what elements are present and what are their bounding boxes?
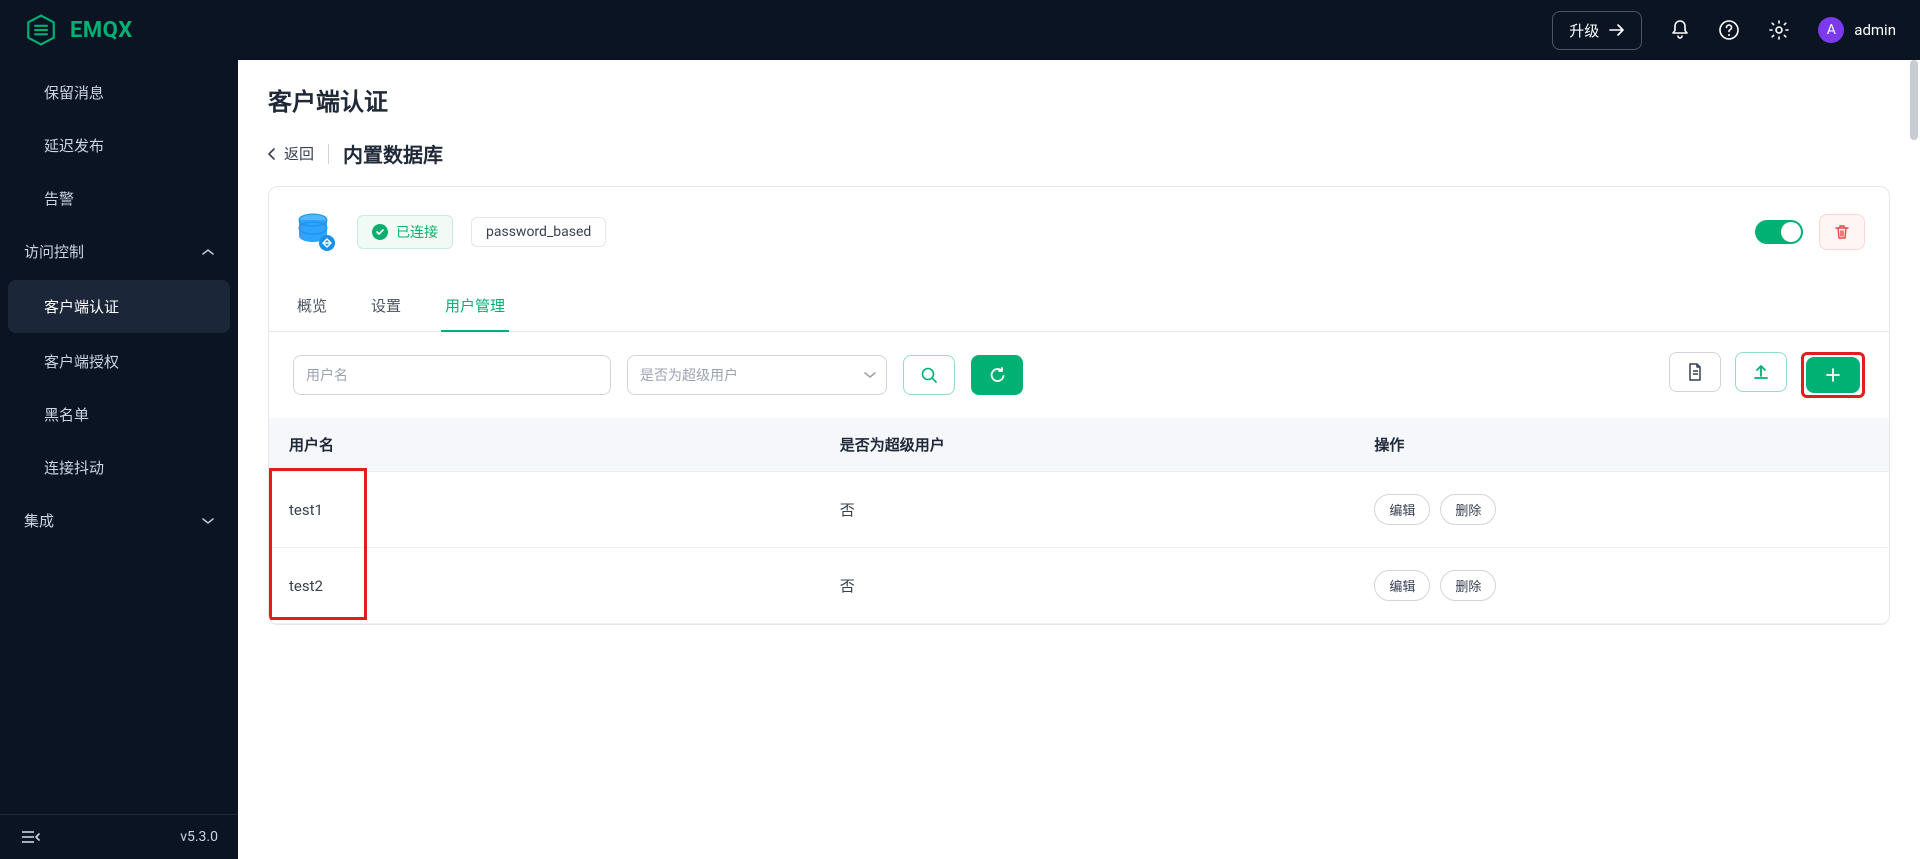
refresh-icon [988,366,1006,384]
auth-card: 已连接 password_based 概览 设置 [268,186,1890,625]
col-header-actions: 操作 [1354,418,1889,472]
status-badge: 已连接 [357,215,453,249]
sidebar-group-access-control[interactable]: 访问控制 [0,225,238,278]
chevron-down-icon [864,371,876,379]
divider [328,144,329,164]
toolbar: 是否为超级用户 [269,332,1889,418]
tabs: 概览 设置 用户管理 [269,271,1889,332]
sidebar-item-authorization[interactable]: 客户端授权 [0,335,238,388]
upload-icon [1752,363,1770,381]
status-text: 已连接 [396,222,438,242]
users-table: 用户名 是否为超级用户 操作 test1 否 编 [269,418,1889,624]
database-icon [293,209,339,255]
gear-icon[interactable] [1768,19,1790,41]
cell-superuser: 否 [820,472,1355,548]
tab-overview[interactable]: 概览 [293,281,331,332]
table-wrap: 用户名 是否为超级用户 操作 test1 否 编 [269,418,1889,624]
superuser-filter-placeholder: 是否为超级用户 [640,365,738,385]
sidebar-item-blacklist[interactable]: 黑名单 [0,388,238,441]
document-icon [1686,362,1704,382]
page-title: 客户端认证 [268,82,1890,117]
logo-icon [24,13,58,47]
sidebar: 保留消息 延迟发布 告警 访问控制 客户端认证 客户端授权 黑名单 连接抖动 集… [0,60,238,859]
sidebar-item-authentication[interactable]: 客户端认证 [8,280,230,333]
enable-toggle[interactable] [1755,220,1803,244]
search-button[interactable] [903,355,955,395]
brand: EMQX [24,13,133,47]
chevron-up-icon [202,248,214,256]
refresh-button[interactable] [971,355,1023,395]
bell-icon[interactable] [1670,19,1690,41]
col-header-username: 用户名 [269,418,820,472]
sidebar-item-retained[interactable]: 保留消息 [0,66,238,119]
cell-username: test2 [269,548,820,624]
sidebar-item-flapping[interactable]: 连接抖动 [0,441,238,494]
add-user-highlight [1801,352,1865,398]
help-icon[interactable] [1718,19,1740,41]
back-label: 返回 [284,143,314,164]
collapse-sidebar-icon[interactable] [20,829,40,845]
sidebar-item-delayed[interactable]: 延迟发布 [0,119,238,172]
superuser-filter-select[interactable]: 是否为超级用户 [627,355,887,395]
check-icon [372,224,388,240]
username-filter-input[interactable] [293,355,611,395]
user-menu[interactable]: A admin [1818,17,1896,43]
trash-icon [1833,223,1851,241]
delete-button[interactable]: 删除 [1440,570,1496,601]
chevron-left-icon [268,148,276,160]
plus-icon [1825,367,1841,383]
add-user-button[interactable] [1806,357,1860,393]
sidebar-group-integration[interactable]: 集成 [0,494,238,547]
sidebar-item-alarms[interactable]: 告警 [0,172,238,225]
edit-button[interactable]: 编辑 [1374,570,1430,601]
upgrade-label: 升级 [1569,20,1599,41]
cell-superuser: 否 [820,548,1355,624]
chevron-down-icon [202,517,214,525]
brand-text: EMQX [70,18,133,43]
search-icon [920,366,938,384]
table-row: test2 否 编辑 删除 [269,548,1889,624]
top-header: EMQX 升级 A admin [0,0,1920,60]
export-button[interactable] [1669,352,1721,392]
cell-username: test1 [269,472,820,548]
delete-authenticator-button[interactable] [1819,214,1865,250]
table-row: test1 否 编辑 删除 [269,472,1889,548]
tab-users[interactable]: 用户管理 [441,281,509,332]
main-content: 客户端认证 返回 内置数据库 [238,60,1920,859]
tab-settings[interactable]: 设置 [367,281,405,332]
arrow-right-icon [1609,23,1625,37]
scrollbar-thumb[interactable] [1910,60,1918,140]
upgrade-button[interactable]: 升级 [1552,11,1642,50]
back-link[interactable]: 返回 [268,143,314,164]
col-header-superuser: 是否为超级用户 [820,418,1355,472]
subtitle: 内置数据库 [343,139,443,168]
version-text: v5.3.0 [180,829,218,845]
mechanism-badge: password_based [471,217,606,247]
edit-button[interactable]: 编辑 [1374,494,1430,525]
user-name: admin [1854,21,1896,39]
delete-button[interactable]: 删除 [1440,494,1496,525]
import-button[interactable] [1735,352,1787,392]
avatar: A [1818,17,1844,43]
